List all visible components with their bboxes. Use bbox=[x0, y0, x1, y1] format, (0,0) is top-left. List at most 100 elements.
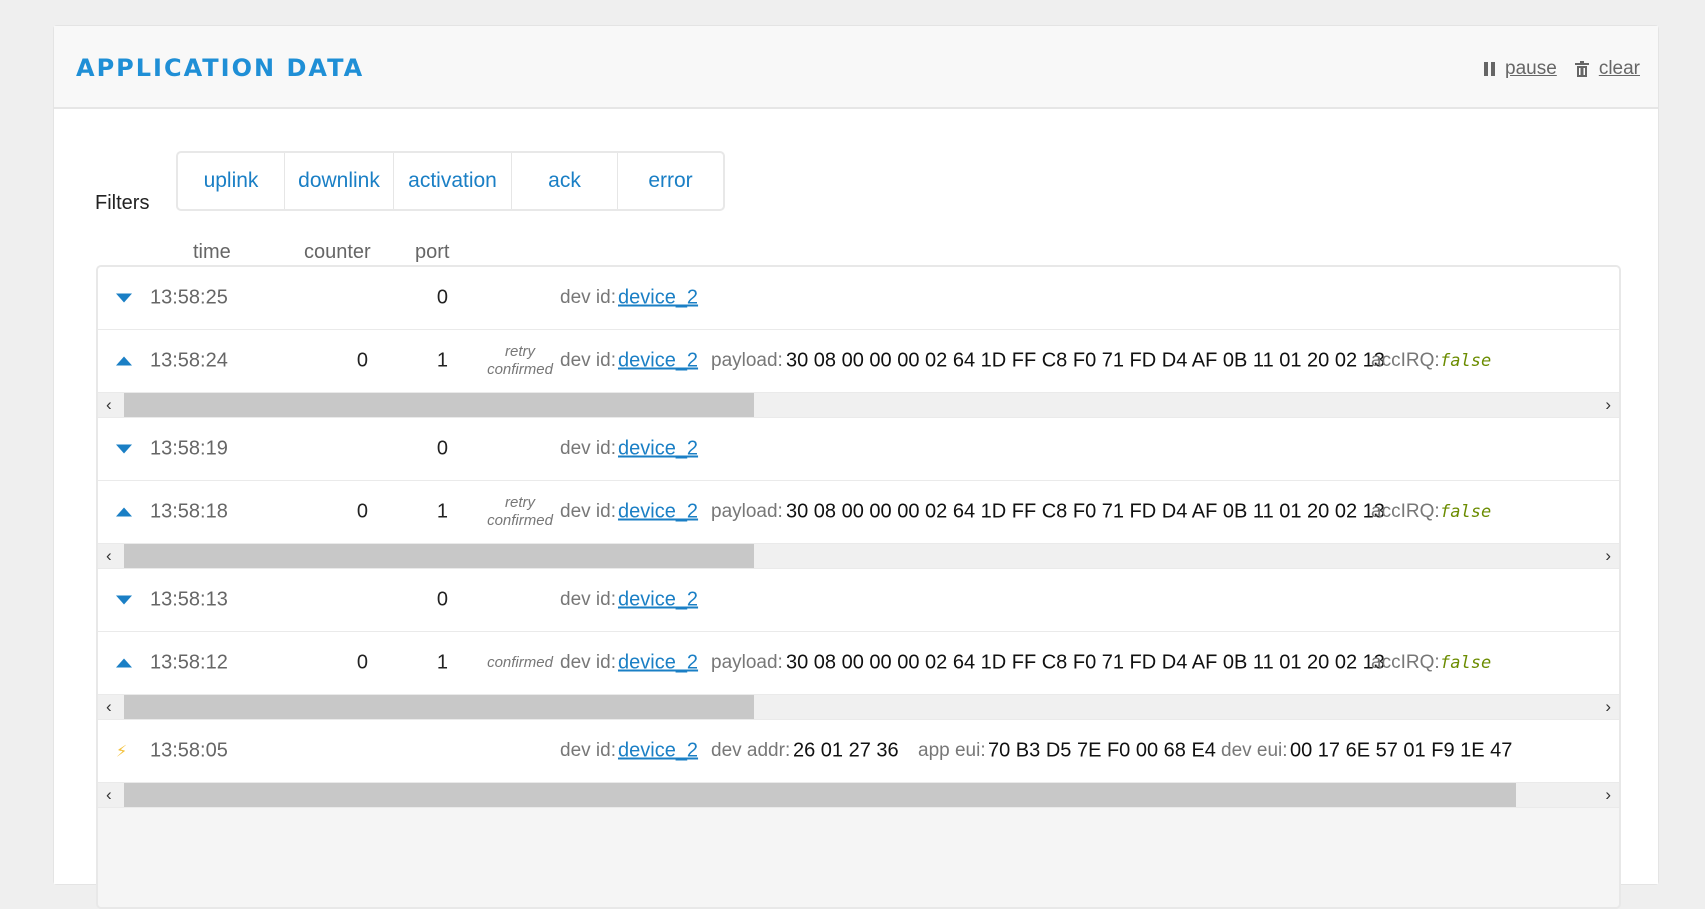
scroll-right-icon[interactable]: › bbox=[1605, 395, 1611, 415]
column-header-port: port bbox=[415, 241, 450, 263]
row-counter: 0 bbox=[356, 349, 368, 372]
dev-id-link[interactable]: device_2 bbox=[618, 350, 698, 373]
horizontal-scrollbar[interactable]: ‹ › bbox=[98, 393, 1619, 418]
uplink-icon bbox=[116, 356, 132, 366]
payload-value: 30 08 00 00 00 02 64 1D FF C8 F0 71 FD D… bbox=[786, 349, 1385, 372]
table-row[interactable]: 13:58:24 0 1 retry confirmed dev id: device_2 p… bbox=[98, 330, 1619, 393]
row-time: 13:58:12 bbox=[150, 651, 228, 674]
scrollbar-thumb[interactable] bbox=[124, 544, 754, 568]
payload-value: 30 08 00 00 00 02 64 1D FF C8 F0 71 FD D… bbox=[786, 500, 1385, 523]
column-header-time: time bbox=[193, 241, 231, 263]
table-row[interactable]: 13:58:25 0 dev id: device_2 bbox=[98, 267, 1619, 330]
triangle-up-icon bbox=[116, 507, 132, 517]
row-time: 13:58:24 bbox=[150, 349, 228, 372]
row-flags: retry confirmed bbox=[470, 343, 570, 379]
row-flags: retry confirmed bbox=[470, 494, 570, 530]
row-time: 13:58:05 bbox=[150, 739, 228, 762]
clear-button[interactable]: clear bbox=[1574, 58, 1640, 80]
dev-id-link[interactable]: device_2 bbox=[618, 589, 698, 612]
triangle-down-icon bbox=[116, 595, 132, 605]
acc-irq-value: false bbox=[1440, 502, 1492, 522]
application-data-panel: APPLICATION DATA pause clear Filters upl… bbox=[53, 25, 1659, 909]
row-time: 13:58:18 bbox=[150, 500, 228, 523]
dev-id-link[interactable]: device_2 bbox=[618, 740, 698, 763]
payload-value: 30 08 00 00 00 02 64 1D FF C8 F0 71 FD D… bbox=[786, 651, 1385, 674]
table-row[interactable]: 13:58:18 0 1 retry confirmed dev id: device_2 p… bbox=[98, 481, 1619, 544]
scrollbar-thumb[interactable] bbox=[124, 695, 754, 719]
row-flag-1: retry bbox=[505, 343, 535, 360]
triangle-up-icon bbox=[116, 658, 132, 668]
filter-group: uplink downlink activation ack error bbox=[176, 151, 725, 211]
downlink-icon bbox=[116, 293, 132, 303]
scrollbar-thumb[interactable] bbox=[124, 783, 1516, 807]
horizontal-scrollbar[interactable]: ‹ › bbox=[98, 544, 1619, 569]
dev-id-label: dev id: bbox=[560, 438, 616, 459]
filters-label: Filters bbox=[95, 192, 150, 214]
row-flag-2: confirmed bbox=[487, 512, 553, 529]
scroll-left-icon[interactable]: ‹ bbox=[106, 546, 112, 566]
table-row[interactable]: 13:58:13 0 dev id: device_2 bbox=[98, 569, 1619, 632]
row-counter: 0 bbox=[356, 651, 368, 674]
activation-icon: ⚡ bbox=[116, 740, 127, 763]
app-eui-label: app eui: bbox=[918, 740, 986, 761]
filter-uplink-button[interactable]: uplink bbox=[178, 153, 285, 209]
table-row[interactable]: 13:58:19 0 dev id: device_2 bbox=[98, 418, 1619, 481]
scroll-right-icon[interactable]: › bbox=[1605, 785, 1611, 805]
scrollbar-thumb[interactable] bbox=[124, 393, 754, 417]
row-port: 0 bbox=[436, 588, 448, 611]
panel-header: APPLICATION DATA pause clear bbox=[54, 26, 1658, 109]
filter-ack-button[interactable]: ack bbox=[512, 153, 618, 209]
row-flag-2: confirmed bbox=[487, 361, 553, 378]
dev-id-label: dev id: bbox=[560, 350, 616, 371]
dev-id-link[interactable]: device_2 bbox=[618, 652, 698, 675]
horizontal-scrollbar[interactable]: ‹ › bbox=[98, 695, 1619, 720]
acc-irq-label: accIRQ: bbox=[1371, 350, 1440, 371]
dev-id-label: dev id: bbox=[560, 501, 616, 522]
bolt-icon: ⚡ bbox=[116, 743, 128, 761]
scroll-left-icon[interactable]: ‹ bbox=[106, 785, 112, 805]
acc-irq-label: accIRQ: bbox=[1371, 652, 1440, 673]
downlink-icon bbox=[116, 444, 132, 454]
row-flags: confirmed bbox=[470, 654, 570, 672]
pause-icon bbox=[1484, 62, 1496, 76]
scroll-right-icon[interactable]: › bbox=[1605, 697, 1611, 717]
filter-activation-button[interactable]: activation bbox=[394, 153, 512, 209]
filter-error-button[interactable]: error bbox=[618, 153, 723, 209]
row-port: 1 bbox=[436, 500, 448, 523]
row-port: 1 bbox=[436, 651, 448, 674]
dev-id-link[interactable]: device_2 bbox=[618, 287, 698, 310]
horizontal-scrollbar[interactable]: ‹ › bbox=[98, 783, 1619, 808]
payload-label: payload: bbox=[711, 350, 783, 371]
scroll-left-icon[interactable]: ‹ bbox=[106, 697, 112, 717]
pause-label: pause bbox=[1505, 58, 1557, 79]
acc-irq-label: accIRQ: bbox=[1371, 501, 1440, 522]
scroll-left-icon[interactable]: ‹ bbox=[106, 395, 112, 415]
payload-label: payload: bbox=[711, 501, 783, 522]
row-port: 0 bbox=[436, 286, 448, 309]
dev-id-link[interactable]: device_2 bbox=[618, 501, 698, 524]
triangle-up-icon bbox=[116, 356, 132, 366]
dev-id-label: dev id: bbox=[560, 740, 616, 761]
app-eui-value: 70 B3 D5 7E F0 00 68 E4 bbox=[988, 739, 1216, 762]
table-row[interactable]: ⚡ 13:58:05 dev id: device_2 dev addr: 26 01 2… bbox=[98, 720, 1619, 783]
uplink-icon bbox=[116, 507, 132, 517]
payload-label: payload: bbox=[711, 652, 783, 673]
dev-eui-label: dev eui: bbox=[1221, 740, 1288, 761]
row-time: 13:58:25 bbox=[150, 286, 228, 309]
header-actions: pause clear bbox=[1466, 58, 1640, 80]
column-header-counter: counter bbox=[304, 241, 371, 263]
row-flag-1: retry bbox=[505, 494, 535, 511]
filter-downlink-button[interactable]: downlink bbox=[285, 153, 394, 209]
acc-irq-value: false bbox=[1440, 653, 1492, 673]
acc-irq-value: false bbox=[1440, 351, 1492, 371]
row-counter: 0 bbox=[356, 500, 368, 523]
dev-id-link[interactable]: device_2 bbox=[618, 438, 698, 461]
scroll-right-icon[interactable]: › bbox=[1605, 546, 1611, 566]
row-time: 13:58:13 bbox=[150, 588, 228, 611]
downlink-icon bbox=[116, 595, 132, 605]
dev-eui-value: 00 17 6E 57 01 F9 1E 47 bbox=[1290, 739, 1513, 762]
table-row[interactable]: 13:58:12 0 1 confirmed dev id: device_2 payloa… bbox=[98, 632, 1619, 695]
panel-body: Filters uplink downlink activation ack e… bbox=[54, 109, 1658, 909]
pause-button[interactable]: pause bbox=[1484, 58, 1557, 80]
clear-label: clear bbox=[1598, 58, 1640, 79]
